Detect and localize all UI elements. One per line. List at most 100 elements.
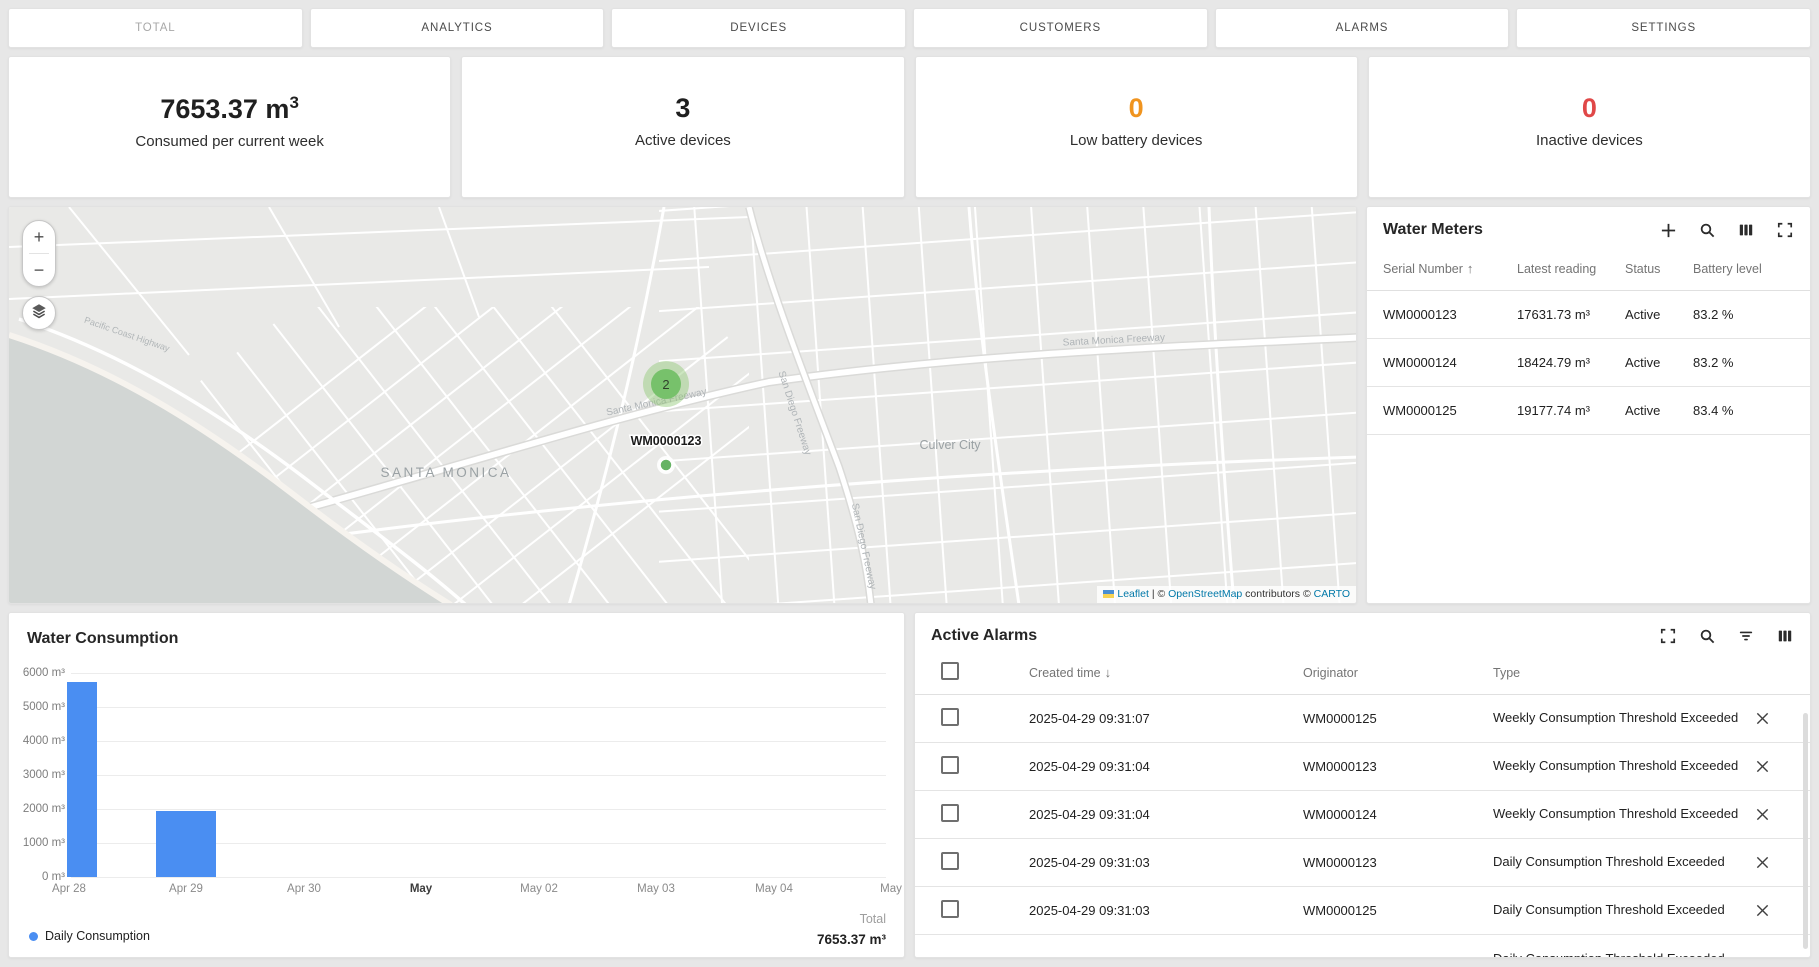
map-canvas[interactable]: Pacific Coast Highway Santa Monica Freew… [9, 207, 1357, 604]
tab-total[interactable]: TOTAL [8, 8, 303, 48]
clear-alarm-button[interactable] [1750, 707, 1774, 731]
column-originator[interactable]: Originator [1303, 666, 1493, 680]
add-entity-button[interactable] [1659, 221, 1677, 239]
alarms-rows: 2025-04-29 09:31:07 WM0000125 Weekly Con… [915, 695, 1810, 958]
row-checkbox[interactable] [941, 708, 959, 726]
kpi-inactive-value: 0 [1582, 95, 1597, 122]
bar-apr-28[interactable] [67, 682, 97, 878]
map-attribution: Leaflet | © OpenStreetMap contributors ©… [1097, 586, 1356, 603]
alarm-row[interactable]: 2025-04-29 09:31:07 WM0000125 Weekly Con… [915, 695, 1810, 743]
y-tick: 4000 m³ [13, 735, 65, 747]
column-created-time[interactable]: Created time↓ [1029, 665, 1303, 680]
column-status[interactable]: Status [1625, 262, 1693, 276]
cell-created-time: 2025-04-29 09:31:07 [1029, 711, 1303, 726]
zoom-in-button[interactable]: + [23, 221, 55, 253]
cell-originator: WM0000124 [1303, 807, 1493, 822]
device-marker-label: WM0000123 [631, 434, 702, 448]
fullscreen-icon[interactable] [1776, 221, 1794, 239]
alarm-row[interactable]: 2025-04-29 09:31:04 WM0000123 Weekly Con… [915, 743, 1810, 791]
devices-map[interactable]: Pacific Coast Highway Santa Monica Freew… [8, 206, 1357, 604]
openstreetmap-link[interactable]: OpenStreetMap [1168, 588, 1242, 600]
tab-settings[interactable]: SETTINGS [1516, 8, 1811, 48]
tab-customers-label: CUSTOMERS [1020, 22, 1101, 34]
leaflet-link[interactable]: Leaflet [1117, 588, 1149, 600]
search-icon[interactable] [1698, 627, 1716, 645]
water-metering-dashboard: TOTAL ANALYTICS DEVICES CUSTOMERS ALARMS… [0, 0, 1819, 967]
water-consumption-widget: Water Consumption 6000 m³ 5000 m³ 4000 m… [8, 612, 905, 958]
chart-legend[interactable]: Daily Consumption [29, 929, 150, 943]
alarm-row[interactable]: 2025-04-29 09:31:03 WM0000125 Daily Cons… [915, 887, 1810, 935]
alarms-header: Active Alarms [915, 613, 1810, 645]
clear-alarm-button[interactable] [1750, 755, 1774, 779]
bar-apr-29[interactable] [156, 811, 216, 877]
water-meters-rows: WM0000123 17631.73 m³ Active 83.2 % WM00… [1367, 291, 1810, 435]
y-tick: 1000 m³ [13, 837, 65, 849]
cell-status: Active [1625, 307, 1693, 322]
ukraine-flag-icon [1103, 590, 1114, 598]
tab-customers[interactable]: CUSTOMERS [913, 8, 1208, 48]
map-layers-button[interactable] [22, 296, 56, 330]
row-checkbox[interactable] [941, 756, 959, 774]
table-row[interactable]: WM0000124 18424.79 m³ Active 83.2 % [1367, 339, 1810, 387]
cell-serial: WM0000123 [1383, 307, 1517, 322]
bar-chart-plot: 6000 m³ 5000 m³ 4000 m³ 3000 m³ 2000 m³ … [71, 673, 886, 877]
cell-reading: 17631.73 m³ [1517, 307, 1625, 322]
tab-analytics[interactable]: ANALYTICS [310, 8, 605, 48]
bottom-row: Water Consumption 6000 m³ 5000 m³ 4000 m… [8, 612, 1811, 958]
columns-icon[interactable] [1737, 221, 1755, 239]
legend-label: Daily Consumption [45, 929, 150, 943]
water-meters-actions [1659, 221, 1794, 239]
row-checkbox[interactable] [941, 900, 959, 918]
column-battery-level[interactable]: Battery level [1693, 262, 1794, 276]
y-tick: 2000 m³ [13, 803, 65, 815]
table-row[interactable]: WM0000123 17631.73 m³ Active 83.2 % [1367, 291, 1810, 339]
cell-created-time: 2025-04-29 09:31:03 [1029, 903, 1303, 918]
table-row[interactable]: WM0000125 19177.74 m³ Active 83.4 % [1367, 387, 1810, 435]
column-serial-number[interactable]: Serial Number↑ [1383, 261, 1517, 276]
row-checkbox[interactable] [941, 804, 959, 822]
cell-created-time: 2025-04-29 09:31:04 [1029, 759, 1303, 774]
tab-devices[interactable]: DEVICES [611, 8, 906, 48]
column-latest-reading[interactable]: Latest reading [1517, 262, 1625, 276]
y-tick: 5000 m³ [13, 701, 65, 713]
cluster-marker[interactable]: 2 [643, 361, 689, 407]
sort-asc-icon: ↑ [1467, 261, 1474, 276]
cell-originator: WM0000123 [1303, 759, 1493, 774]
column-type[interactable]: Type [1493, 666, 1750, 680]
kpi-active-value: 3 [675, 95, 690, 122]
cell-created-time: 2025-04-29 09:31:03 [1029, 855, 1303, 870]
filter-icon[interactable] [1737, 627, 1755, 645]
chart-title: Water Consumption [27, 630, 178, 648]
tab-total-label: TOTAL [135, 22, 176, 34]
cell-battery: 83.2 % [1693, 355, 1794, 370]
cell-type: Daily Consumption Threshold Exceeded [1493, 951, 1750, 958]
chart-total: Total 7653.37 m³ [817, 912, 886, 947]
cell-battery: 83.2 % [1693, 307, 1794, 322]
search-icon[interactable] [1698, 221, 1716, 239]
cell-status: Active [1625, 355, 1693, 370]
clear-alarm-button[interactable] [1750, 899, 1774, 923]
total-label: Total [817, 912, 886, 926]
x-tick: Apr 28 [27, 883, 111, 895]
clear-alarm-button[interactable] [1750, 803, 1774, 827]
attribution-sep2: contributors © [1242, 588, 1313, 600]
zoom-out-button[interactable]: − [23, 254, 55, 286]
alarm-row[interactable]: 2025-04-29 09:31:04 WM0000124 Weekly Con… [915, 791, 1810, 839]
tab-alarms[interactable]: ALARMS [1215, 8, 1510, 48]
fullscreen-icon[interactable] [1659, 627, 1677, 645]
cell-serial: WM0000124 [1383, 355, 1517, 370]
alarm-row[interactable]: 2025-04-29 09:31:03 WM0000123 Daily Cons… [915, 839, 1810, 887]
scrollbar-thumb[interactable] [1803, 713, 1808, 949]
kpi-row: 7653.37 m3 Consumed per current week 3 A… [8, 56, 1811, 198]
cell-reading: 19177.74 m³ [1517, 403, 1625, 418]
select-all-checkbox[interactable] [941, 662, 959, 680]
tab-alarms-label: ALARMS [1336, 22, 1389, 34]
columns-icon[interactable] [1776, 627, 1794, 645]
total-value: 7653.37 m³ [817, 932, 886, 947]
clear-alarm-button[interactable] [1750, 851, 1774, 875]
carto-link[interactable]: CARTO [1314, 588, 1350, 600]
y-tick: 3000 m³ [13, 769, 65, 781]
row-checkbox[interactable] [941, 852, 959, 870]
alarm-row-clipped[interactable]: Daily Consumption Threshold Exceeded [915, 935, 1810, 958]
x-tick: May 04 [732, 883, 816, 895]
